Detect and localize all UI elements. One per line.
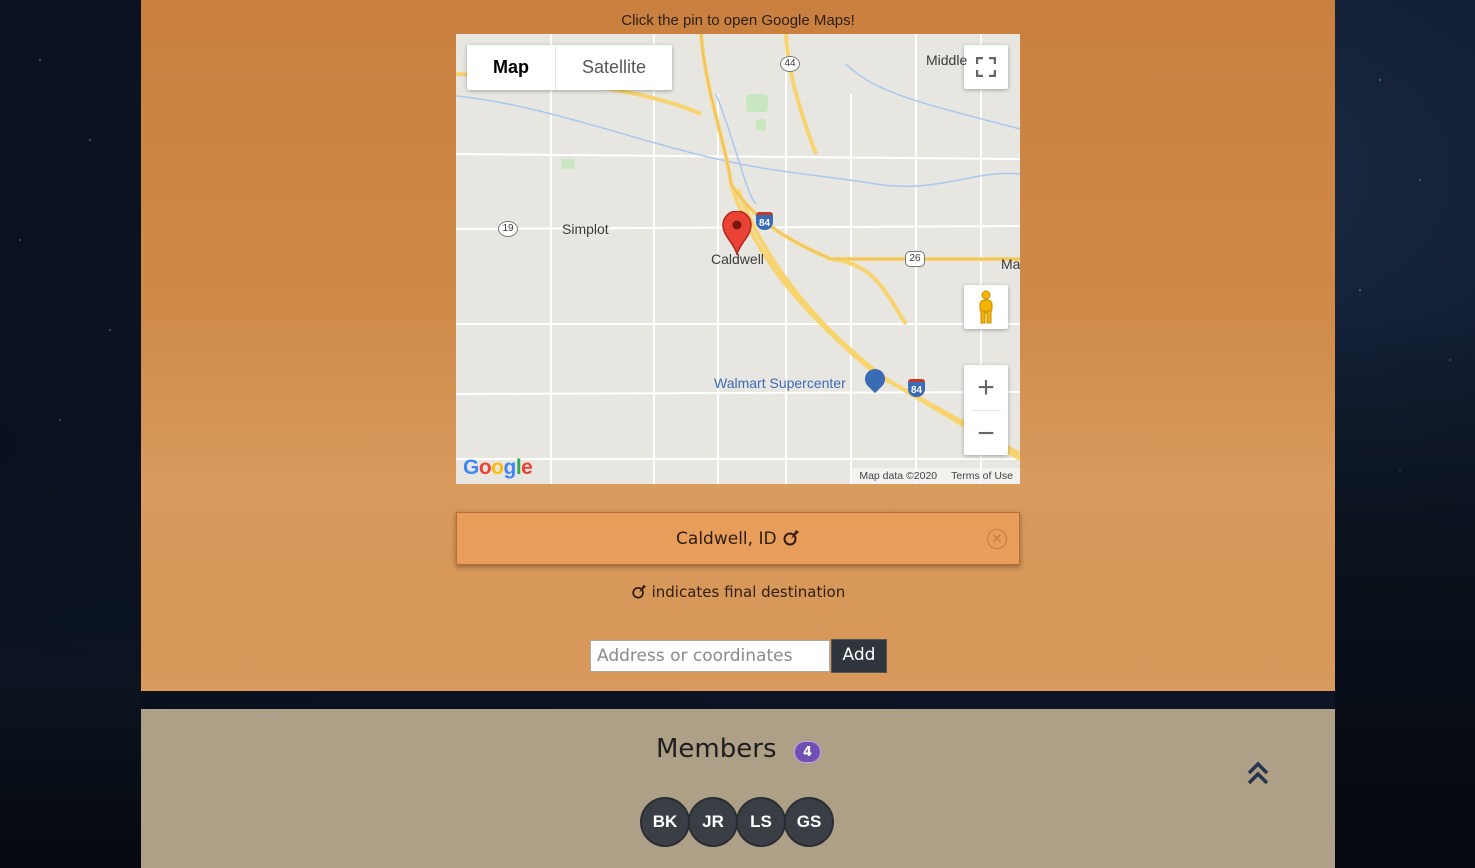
- map-type-satellite-button[interactable]: Satellite: [556, 45, 672, 90]
- add-button[interactable]: Add: [831, 639, 887, 673]
- destination-label: Caldwell, ID: [676, 529, 777, 549]
- map-label-walmart[interactable]: Walmart Supercenter: [714, 375, 846, 391]
- zoom-control: + −: [964, 365, 1008, 455]
- flag-icon: [783, 530, 799, 546]
- destination-legend: indicates final destination: [456, 583, 1020, 601]
- close-icon: ✕: [991, 532, 1003, 547]
- map-hint: Click the pin to open Google Maps!: [621, 12, 855, 29]
- street-view-pegman[interactable]: [964, 285, 1008, 329]
- avatar[interactable]: LS: [736, 797, 786, 847]
- flag-icon: [632, 584, 646, 599]
- avatar[interactable]: JR: [688, 797, 738, 847]
- map-label-ma: Ma: [1001, 256, 1020, 272]
- zoom-in-button[interactable]: +: [964, 365, 1008, 410]
- chevron-double-up-icon[interactable]: [1246, 760, 1270, 786]
- avatar[interactable]: BK: [640, 797, 690, 847]
- route-19-shield: 19: [498, 221, 518, 237]
- interstate-84-shield: 84: [756, 212, 773, 230]
- route-44-shield: 44: [780, 56, 800, 72]
- interstate-84-shield-2: 84: [908, 379, 925, 397]
- avatar[interactable]: GS: [784, 797, 834, 847]
- members-count-badge: 4: [794, 741, 821, 763]
- map-label-middleton: Middle: [926, 52, 968, 68]
- remove-destination-button[interactable]: ✕: [987, 529, 1007, 549]
- fullscreen-icon: [976, 57, 996, 77]
- google-map[interactable]: Map Satellite + − Middle Simplot Caldwel…: [456, 34, 1020, 484]
- google-logo: Google: [463, 456, 533, 479]
- location-pin-icon[interactable]: [722, 211, 752, 255]
- tree-silhouette-right: [1335, 308, 1475, 868]
- destination-card[interactable]: Caldwell, ID ✕: [456, 512, 1020, 565]
- fullscreen-button[interactable]: [964, 45, 1008, 89]
- address-input[interactable]: [590, 640, 830, 672]
- map-label-simplot: Simplot: [562, 221, 609, 237]
- map-data-credit: Map data ©2020: [859, 470, 938, 482]
- legend-text: indicates final destination: [651, 583, 846, 601]
- map-type-control: Map Satellite: [467, 45, 673, 90]
- us-26-shield: 26: [905, 251, 925, 267]
- map-attribution: Map data ©2020 Terms of Use: [852, 468, 1020, 484]
- terms-of-use-link[interactable]: Terms of Use: [944, 470, 1020, 482]
- map-type-map-button[interactable]: Map: [467, 45, 555, 90]
- pegman-icon: [979, 290, 993, 324]
- member-avatars: BK JR LS GS: [640, 797, 834, 847]
- members-title: Members: [656, 734, 777, 764]
- tree-silhouette-left: [0, 448, 141, 868]
- zoom-out-button[interactable]: −: [964, 411, 1008, 456]
